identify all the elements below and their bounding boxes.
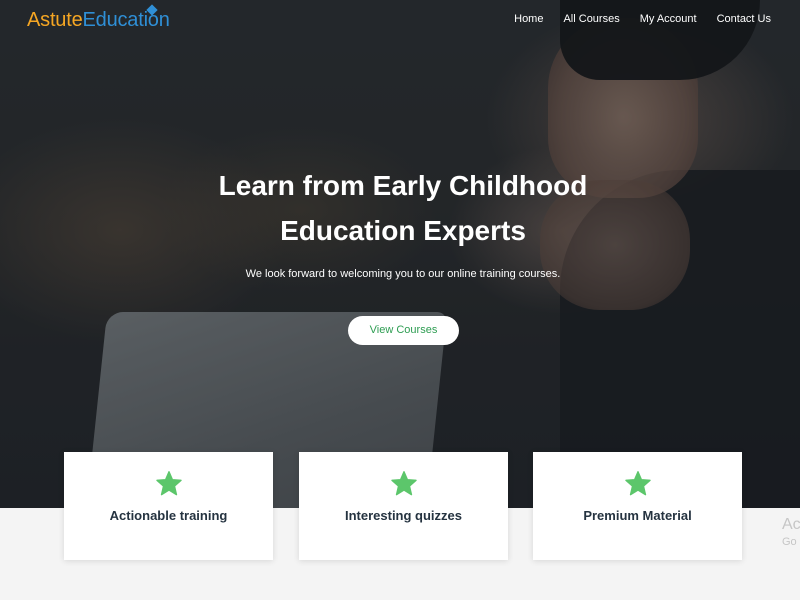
- hero-section: [0, 0, 800, 508]
- hero-headline-line2: Education Experts: [280, 215, 526, 246]
- view-courses-button[interactable]: View Courses: [348, 316, 459, 345]
- logo-text-astute: Astute: [27, 9, 83, 31]
- main-menu: Home All Courses My Account Contact Us: [514, 13, 771, 25]
- star-icon: [390, 471, 417, 496]
- hero-subtext: We look forward to welcoming you to our …: [245, 268, 561, 280]
- nav-home-link[interactable]: Home: [514, 13, 543, 25]
- feature-label: Actionable training: [109, 508, 228, 523]
- top-navigation: AstuteEducation Home All Courses My Acco…: [0, 0, 800, 42]
- star-icon: [155, 471, 182, 496]
- nav-all-courses-link[interactable]: All Courses: [563, 13, 619, 25]
- feature-card-premium-material: Premium Material: [533, 452, 742, 560]
- page-bottom-area: [0, 568, 800, 600]
- offscreen-text-fragment: Go: [782, 536, 797, 548]
- nav-contact-us-link[interactable]: Contact Us: [717, 13, 771, 25]
- hero-headline: Learn from Early Childhood Education Exp…: [180, 163, 626, 253]
- feature-label: Premium Material: [583, 508, 692, 523]
- site-logo[interactable]: AstuteEducation: [27, 4, 170, 32]
- feature-card-interesting-quizzes: Interesting quizzes: [299, 452, 508, 560]
- hero-overlay: [0, 0, 800, 508]
- feature-label: Interesting quizzes: [344, 508, 463, 523]
- star-icon: [624, 471, 651, 496]
- offscreen-heading-fragment: Ac: [782, 516, 800, 533]
- logo-text-education: Education: [82, 9, 170, 31]
- nav-my-account-link[interactable]: My Account: [640, 13, 697, 25]
- hero-headline-line1: Learn from Early Childhood: [218, 170, 588, 201]
- feature-card-actionable-training: Actionable training: [64, 452, 273, 560]
